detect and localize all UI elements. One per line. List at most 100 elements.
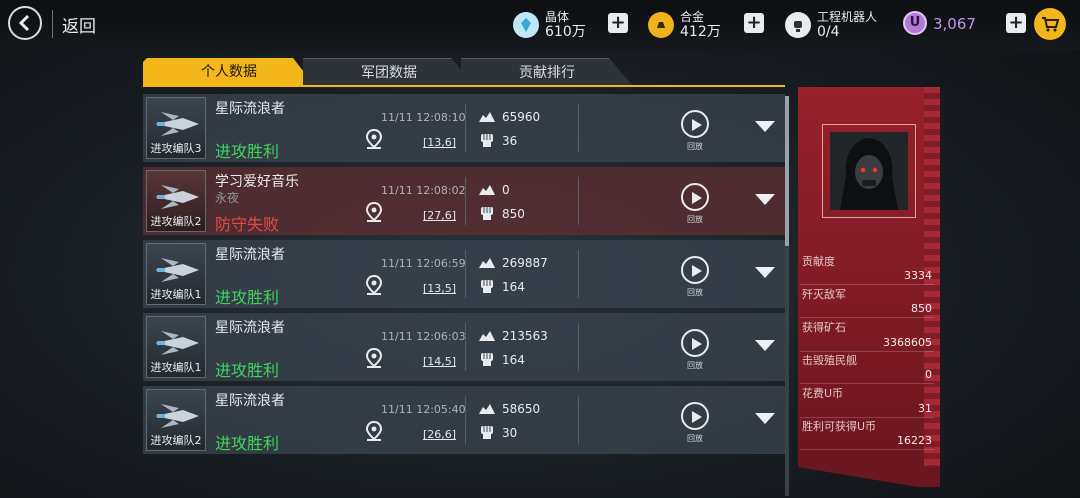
location-pin-icon[interactable] — [364, 347, 384, 369]
player-name: 星际流浪者 — [215, 101, 285, 117]
ore-icon — [479, 331, 495, 341]
player-avatar — [830, 132, 908, 210]
ore-icon — [479, 404, 495, 414]
ore-value: 0 — [502, 183, 510, 197]
battle-time: 11/11 12:08:10 — [381, 111, 466, 124]
fist-icon — [481, 353, 493, 366]
fleet-thumbnail: 进攻编队2 — [146, 389, 206, 451]
coordinate-link[interactable]: [13,5] — [423, 282, 456, 295]
stat-value: 3368605 — [883, 336, 932, 349]
play-icon — [692, 338, 702, 350]
add-crystal-button[interactable]: + — [608, 13, 628, 33]
spaceship-icon — [155, 258, 199, 282]
battle-result: 进攻胜利 — [215, 361, 280, 380]
kills-value: 164 — [502, 280, 525, 294]
spaceship-icon — [155, 185, 199, 209]
battle-row[interactable]: 进攻编队1 星际流浪者进攻胜利 11/11 12:06:59 [13,5] 269887… — [143, 240, 785, 308]
coordinate-link[interactable]: [13,6] — [423, 136, 456, 149]
location-pin-icon[interactable] — [364, 201, 384, 223]
shop-cart-button[interactable] — [1034, 8, 1066, 40]
expand-caret-icon[interactable] — [755, 194, 775, 205]
ore-value: 269887 — [502, 256, 548, 270]
play-icon — [692, 265, 702, 277]
play-icon — [692, 192, 702, 204]
replay-label: 回放 — [687, 288, 703, 297]
battle-result: 进攻胜利 — [215, 142, 280, 161]
play-icon — [692, 411, 702, 423]
divider — [578, 250, 579, 298]
crystal-label: 晶体 — [545, 10, 570, 24]
replay-button[interactable] — [681, 183, 709, 211]
crystal-icon — [513, 12, 539, 38]
alloy-resource: 合金 412万 — [648, 8, 721, 42]
spaceship-icon — [155, 404, 199, 428]
expand-caret-icon[interactable] — [755, 121, 775, 132]
kills-value: 36 — [502, 134, 518, 148]
back-label[interactable]: 返回 — [62, 12, 96, 37]
chevron-left-icon — [18, 14, 30, 32]
battle-result: 防守失败 — [215, 215, 280, 234]
ore-icon — [479, 185, 495, 195]
battle-row[interactable]: 进攻编队3 星际流浪者进攻胜利 11/11 12:08:10 [13,6] 65960 3… — [143, 94, 785, 162]
add-alloy-button[interactable]: + — [744, 13, 764, 33]
stat-label: 歼灭敌军 — [802, 288, 846, 301]
stat-value: 0 — [925, 368, 932, 381]
tab-personal[interactable]: 个人数据 — [143, 58, 315, 86]
replay-button[interactable] — [681, 329, 709, 357]
expand-caret-icon[interactable] — [755, 413, 775, 424]
fist-icon — [481, 280, 493, 293]
crystal-resource: 晶体 610万 — [513, 8, 586, 42]
battle-row[interactable]: 进攻编队2 星际流浪者 进攻胜利 11/11 12:05:40 [26,6] 58650 3… — [143, 386, 785, 454]
replay-button[interactable] — [681, 402, 709, 430]
location-pin-icon[interactable] — [364, 420, 384, 442]
fleet-thumbnail: 进攻编队1 — [146, 316, 206, 378]
divider — [578, 323, 579, 371]
divider — [465, 396, 466, 444]
expand-caret-icon[interactable] — [755, 340, 775, 351]
tab-ranking[interactable]: 贡献排行 — [461, 58, 633, 86]
stat-label: 胜利可获得U币 — [802, 420, 877, 433]
player-name: 星际流浪者 — [215, 247, 285, 263]
scrollbar-thumb[interactable] — [785, 96, 789, 246]
ucoin-value: 3,067 — [933, 15, 976, 33]
back-button[interactable] — [8, 6, 42, 40]
play-icon — [692, 119, 702, 131]
location-pin-icon[interactable] — [364, 274, 384, 296]
battle-time: 11/11 12:06:59 — [381, 257, 466, 270]
stat-label: 击毁殖民舰 — [802, 354, 857, 367]
battle-row[interactable]: 进攻编队2 学习爱好音乐 永夜 防守失败 11/11 12:08:02 [27,6] 0 85… — [143, 167, 785, 235]
fleet-label: 进攻编队3 — [150, 142, 202, 155]
expand-caret-icon[interactable] — [755, 267, 775, 278]
stat-divider — [800, 284, 934, 285]
stat-divider — [800, 317, 934, 318]
coordinate-link[interactable]: [26,6] — [423, 428, 456, 441]
battle-row[interactable]: 进攻编队1 星际流浪者 进攻胜利 11/11 12:06:03 [14,5] 213563… — [143, 313, 785, 381]
stat-label: 贡献度 — [802, 255, 835, 268]
battle-result: 进攻胜利 — [215, 288, 280, 307]
replay-button[interactable] — [681, 110, 709, 138]
stat-label: 获得矿石 — [802, 321, 846, 334]
player-name: 星际流浪者 — [215, 393, 285, 409]
divider — [465, 250, 466, 298]
replay-button[interactable] — [681, 256, 709, 284]
coordinate-link[interactable]: [27,6] — [423, 209, 456, 222]
tab-legion[interactable]: 军团数据 — [303, 58, 475, 86]
fleet-label: 进攻编队1 — [150, 288, 202, 301]
divider — [578, 104, 579, 152]
spaceship-icon — [155, 331, 199, 355]
ore-icon — [479, 258, 495, 268]
robot-resource: 工程机器人 0/4 — [785, 8, 877, 42]
location-pin-icon[interactable] — [364, 128, 384, 150]
scrollbar[interactable] — [785, 96, 789, 496]
top-bar: 返回 晶体 610万 + 合金 412万 + 工程机器人 0/4 U 3,067 + — [0, 0, 1080, 50]
fist-icon — [481, 207, 493, 220]
ore-value: 65960 — [502, 110, 541, 124]
add-ucoin-button[interactable]: + — [1006, 13, 1026, 33]
battle-time: 11/11 12:08:02 — [381, 184, 466, 197]
replay-label: 回放 — [687, 215, 703, 224]
coordinate-link[interactable]: [14,5] — [423, 355, 456, 368]
robot-value: 0/4 — [817, 24, 840, 40]
stat-label: 花费U币 — [802, 387, 844, 400]
legion-name: 永夜 — [215, 191, 240, 205]
ore-value: 58650 — [502, 402, 541, 416]
